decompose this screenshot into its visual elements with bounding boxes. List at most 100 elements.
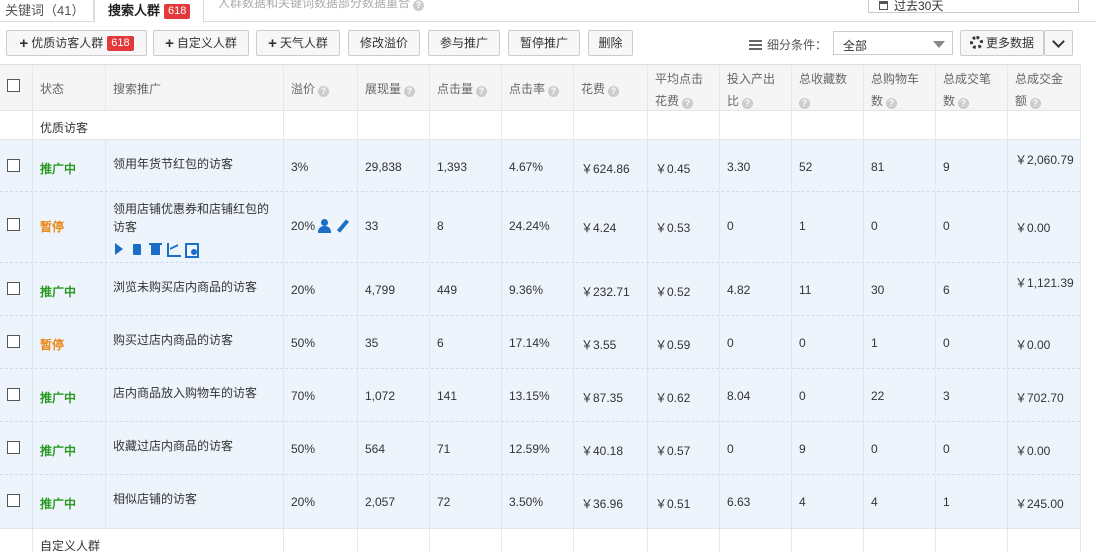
trend-chart-icon[interactable] (167, 242, 181, 257)
table-row[interactable]: 推广中 相似店铺的访客 20% 2,057 72 3.50% ￥36.96 ￥0.51 6.63… (0, 475, 1080, 529)
play-icon[interactable] (113, 242, 125, 255)
help-icon[interactable]: ? (548, 86, 560, 97)
clipboard-icon[interactable] (131, 243, 143, 255)
add-quality-crowd-button[interactable]: + 优质访客人群 618 (6, 30, 147, 56)
btn-label: 优质访客人群 (31, 36, 104, 50)
row-checkbox[interactable] (7, 218, 20, 231)
help-icon[interactable]: ? (886, 98, 898, 109)
group-empty-cell (935, 111, 1007, 139)
trash-icon[interactable] (149, 242, 162, 255)
add-weather-crowd-button[interactable]: + 天气人群 (256, 30, 340, 56)
table-row[interactable]: 暂停 购买过店内商品的访客 50% 35 6 17.14% ￥3.55 ￥0.59 0 0 1 0 ￥0… (0, 316, 1080, 369)
plus-icon: + (268, 35, 277, 52)
cell-fav: 0 (791, 369, 863, 421)
more-data-button[interactable]: 更多数据 (960, 30, 1044, 56)
cell-clicks: 6 (429, 316, 501, 368)
row-checkbox[interactable] (7, 282, 20, 295)
cart-value: 0 (871, 442, 878, 456)
status-cell: 推广中 (32, 263, 105, 315)
roi-value: 6.63 (727, 495, 751, 509)
help-icon[interactable]: ? (682, 98, 694, 109)
cell-clicks: 72 (429, 475, 501, 528)
help-icon[interactable]: ? (608, 86, 620, 97)
impressions-value: 29,838 (365, 160, 402, 174)
header-amount[interactable]: 总成交金额? (1007, 65, 1080, 110)
header-cost[interactable]: 花费? (573, 65, 647, 110)
help-icon[interactable]: ? (958, 98, 970, 109)
header-checkbox-cell (0, 65, 32, 110)
clicks-value: 8 (437, 219, 444, 233)
filter-select-value: 全部 (843, 39, 868, 53)
row-checkbox[interactable] (7, 388, 20, 401)
help-icon[interactable]: ? (404, 86, 416, 97)
help-icon[interactable]: ? (476, 86, 488, 97)
group-empty-cell (0, 529, 32, 552)
date-range-picker[interactable]: 过去30天 (868, 0, 1079, 13)
cost-value: ￥36.96 (581, 497, 624, 511)
header-cart-line1: 总购物车 (871, 72, 920, 86)
header-ctr[interactable]: 点击率? (501, 65, 573, 110)
row-checkbox[interactable] (7, 159, 20, 172)
cell-ctr: 3.50% (501, 475, 573, 528)
group-empty-cell (429, 529, 501, 552)
deals-value: 0 (943, 219, 950, 233)
pause-promotion-button[interactable]: 暂停推广 (508, 30, 580, 56)
expand-chevron-button[interactable] (1044, 30, 1073, 56)
table-row[interactable]: 推广中 领用年货节红包的访客 3% 29,838 1,393 4.67% ￥624.86 ￥0… (0, 140, 1080, 192)
cell-cart: 81 (863, 140, 935, 191)
header-impressions[interactable]: 展现量? (357, 65, 429, 110)
tab-keywords[interactable]: 关键词（41） (0, 0, 94, 22)
ctr-value: 13.15% (509, 389, 550, 403)
select-all-checkbox[interactable] (7, 79, 20, 92)
help-icon[interactable]: ? (413, 0, 425, 11)
table-row[interactable]: 暂停 领用店铺优惠券和店铺红包的访客 20% 33 8 24.24% ￥4.24 ￥0.53 0… (0, 192, 1080, 263)
cell-amount: ￥0.00 (1007, 422, 1080, 474)
modify-premium-button[interactable]: 修改溢价 (348, 30, 420, 56)
add-custom-crowd-button[interactable]: + 自定义人群 (153, 30, 249, 56)
crowd-name: 领用店铺优惠券和店铺红包的访客 (113, 202, 270, 234)
header-favorites-line1: 总收藏数 (799, 72, 848, 86)
cost-value: ￥4.24 (581, 221, 617, 235)
join-promotion-button[interactable]: 参与推广 (428, 30, 500, 56)
row-checkbox[interactable] (7, 441, 20, 454)
premium-value: 20% (291, 495, 316, 509)
delete-button[interactable]: 删除 (588, 30, 633, 56)
crowd-name-cell: 领用年货节红包的访客 (105, 140, 283, 191)
help-icon[interactable]: ? (318, 86, 330, 97)
header-premium[interactable]: 溢价? (283, 65, 357, 110)
crowd-person-icon[interactable] (317, 219, 333, 233)
filter-select[interactable]: 全部 (833, 31, 953, 55)
clicks-value: 1,393 (437, 160, 468, 174)
help-icon[interactable]: ? (742, 98, 754, 109)
impressions-value: 35 (365, 336, 379, 350)
cell-impressions: 29,838 (357, 140, 429, 191)
edit-pencil-icon[interactable] (336, 219, 350, 233)
help-icon[interactable]: ? (1030, 98, 1042, 109)
row-checkbox[interactable] (7, 335, 20, 348)
row-checkbox[interactable] (7, 494, 20, 507)
header-deals[interactable]: 总成交笔数? (935, 65, 1007, 110)
header-favorites[interactable]: 总收藏数? (791, 65, 863, 110)
help-icon[interactable]: ? (799, 98, 810, 109)
row-checkbox-cell (0, 316, 32, 368)
cell-amount: ￥0.00 (1007, 192, 1080, 262)
report-icon[interactable] (185, 242, 199, 258)
cell-premium: 50% (283, 422, 357, 474)
cell-fav: 4 (791, 475, 863, 528)
header-avg-cpc[interactable]: 平均点击 花费? (647, 65, 719, 110)
header-avg-cpc-label: 花费 (655, 94, 680, 108)
group-row-custom: 自定义人群 (0, 529, 1080, 552)
group-label: 自定义人群 (32, 529, 283, 552)
tab-search-crowd[interactable]: 搜索人群 618 (94, 0, 204, 23)
scrollbar-track[interactable] (1080, 64, 1096, 552)
impressions-value: 1,072 (365, 389, 396, 403)
premium-value: 20% (291, 219, 316, 233)
table-row[interactable]: 推广中 浏览未购买店内商品的访客 20% 4,799 449 9.36% ￥232.71 ￥0… (0, 263, 1080, 316)
table-row[interactable]: 推广中 店内商品放入购物车的访客 70% 1,072 141 13.15% ￥87.35 ￥0… (0, 369, 1080, 422)
cell-premium: 20% (283, 475, 357, 528)
header-cart[interactable]: 总购物车数? (863, 65, 935, 110)
row-actions (113, 239, 273, 258)
header-roi[interactable]: 投入产出比? (719, 65, 791, 110)
table-row[interactable]: 推广中 收藏过店内商品的访客 50% 564 71 12.59% ￥40.18 ￥0.57 0 9… (0, 422, 1080, 475)
header-clicks[interactable]: 点击量? (429, 65, 501, 110)
